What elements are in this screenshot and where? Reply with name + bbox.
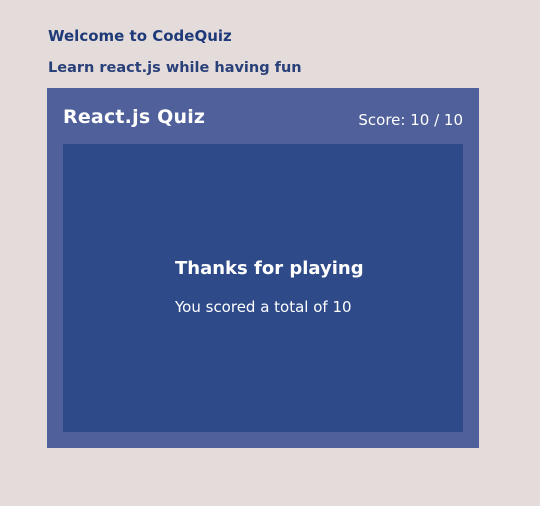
tagline: Learn react.js while having fun <box>48 60 302 76</box>
result-title: Thanks for playing <box>175 258 364 279</box>
quiz-card: React.js Quiz Score: 10 / 10 Thanks for … <box>47 88 479 448</box>
result-message: You scored a total of 10 <box>175 298 352 316</box>
result-panel: Thanks for playing You scored a total of… <box>63 144 463 432</box>
welcome-heading: Welcome to CodeQuiz <box>48 27 232 45</box>
score-display: Score: 10 / 10 <box>358 111 463 129</box>
quiz-title: React.js Quiz <box>63 106 206 128</box>
